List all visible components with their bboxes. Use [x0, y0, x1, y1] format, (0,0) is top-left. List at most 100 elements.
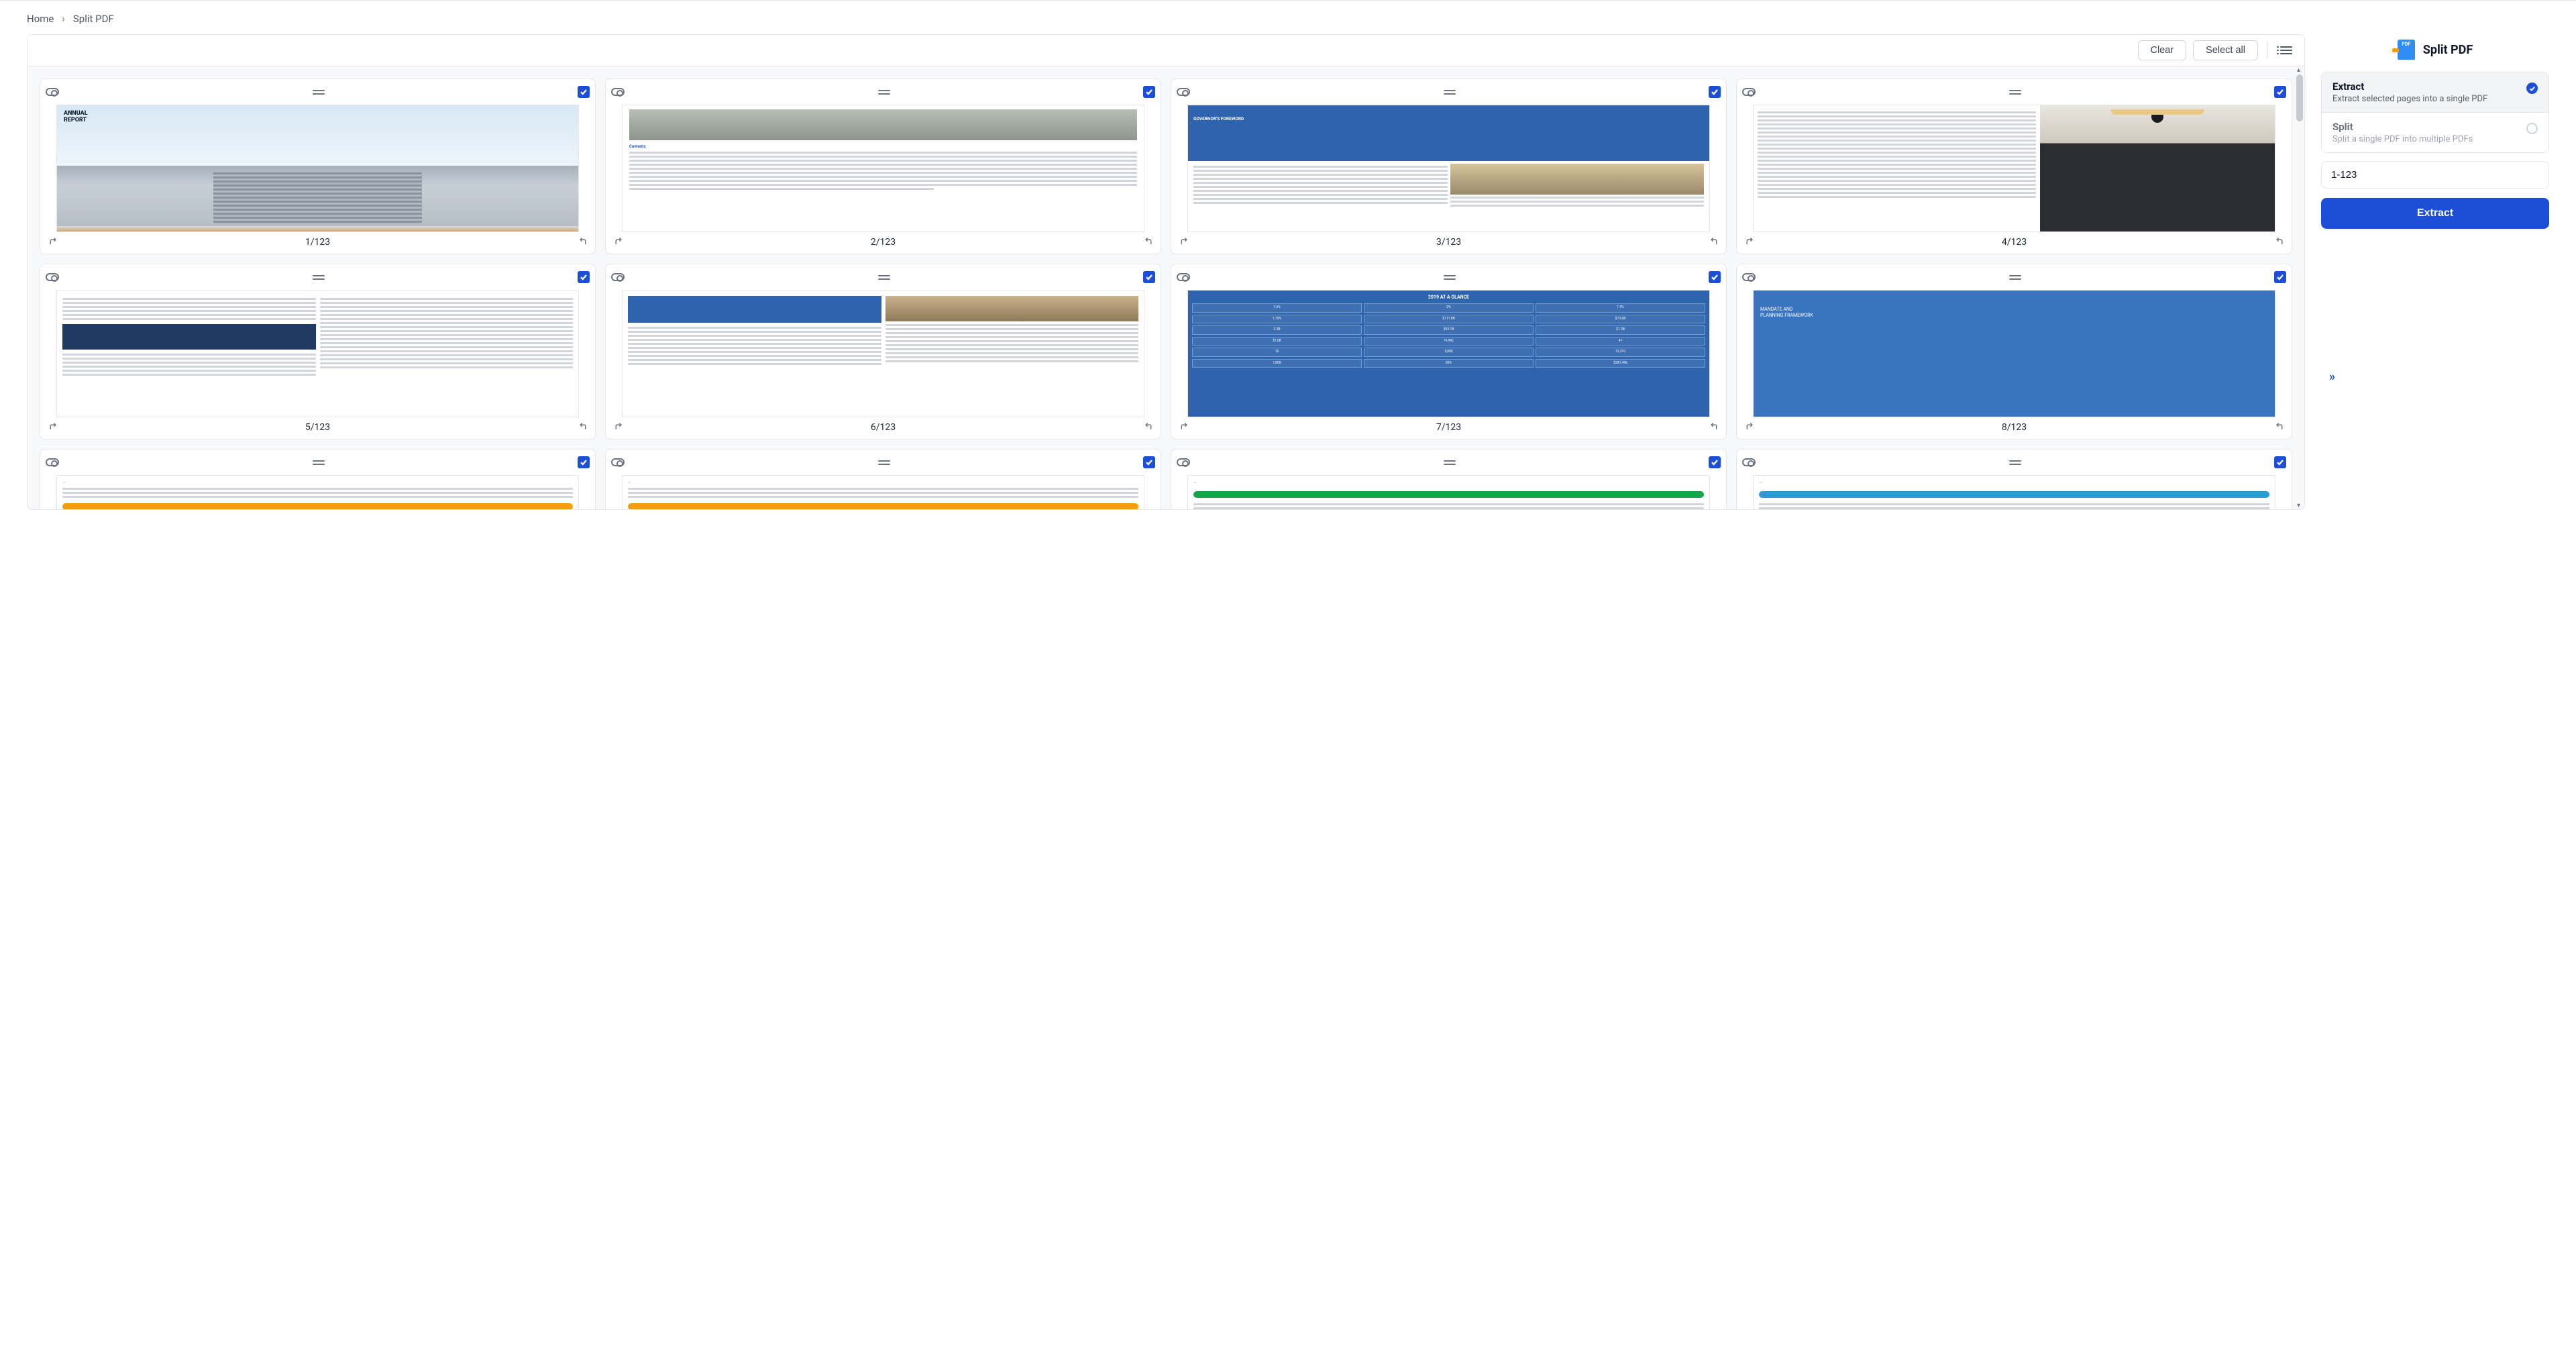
- list-view-icon[interactable]: [2277, 44, 2295, 57]
- drag-handle-icon[interactable]: [313, 275, 325, 280]
- rotate-left-icon[interactable]: [612, 421, 625, 433]
- drag-handle-icon[interactable]: [313, 90, 325, 95]
- preview-eye-icon[interactable]: [46, 273, 59, 281]
- page-thumbnail[interactable]: —: [1187, 475, 1710, 509]
- page-checkbox[interactable]: [1709, 456, 1721, 468]
- page-card[interactable]: —12/123: [1736, 449, 2292, 509]
- rotate-right-icon[interactable]: [1142, 421, 1154, 433]
- page-checkbox[interactable]: [1709, 86, 1721, 98]
- drag-handle-icon[interactable]: [2009, 90, 2021, 95]
- page-checkbox[interactable]: [2274, 86, 2286, 98]
- drag-handle-icon[interactable]: [2009, 460, 2021, 465]
- drag-handle-icon[interactable]: [1444, 90, 1456, 95]
- option-extract[interactable]: Extract Extract selected pages into a si…: [2322, 72, 2548, 112]
- drag-handle-icon[interactable]: [1444, 275, 1456, 280]
- rotate-right-icon[interactable]: [2273, 236, 2285, 248]
- page-card[interactable]: —9/123: [40, 449, 596, 509]
- page-number: 5/123: [305, 422, 330, 433]
- breadcrumb-home[interactable]: Home: [27, 13, 54, 25]
- drag-handle-icon[interactable]: [878, 460, 890, 465]
- page-card[interactable]: 6/123: [605, 264, 1161, 439]
- page-card[interactable]: 5/123: [40, 264, 596, 439]
- page-thumbnail[interactable]: [1753, 105, 2275, 232]
- page-card[interactable]: Contents2/123: [605, 79, 1161, 254]
- preview-eye-icon[interactable]: [1742, 88, 1756, 96]
- rotate-right-icon[interactable]: [576, 236, 588, 248]
- page-checkbox[interactable]: [578, 271, 590, 283]
- preview-eye-icon[interactable]: [1177, 458, 1190, 466]
- radio-unselected-icon[interactable]: [2526, 123, 2538, 134]
- page-checkbox[interactable]: [1143, 456, 1155, 468]
- page-thumbnail[interactable]: MANDATE ANDPLANNING FRAMEWORK: [1753, 290, 2275, 417]
- page-card[interactable]: MANDATE ANDPLANNING FRAMEWORK 8/123: [1736, 264, 2292, 439]
- preview-eye-icon[interactable]: [1177, 273, 1190, 281]
- page-checkbox[interactable]: [578, 456, 590, 468]
- page-thumbnail[interactable]: ANNUALREPORT: [56, 105, 579, 232]
- page-thumbnail[interactable]: Contents: [622, 105, 1144, 232]
- drag-handle-icon[interactable]: [878, 90, 890, 95]
- rotate-left-icon[interactable]: [1743, 421, 1756, 433]
- collapse-panel-icon[interactable]: »: [2329, 370, 2549, 384]
- scroll-up-icon[interactable]: ▴: [2297, 66, 2300, 74]
- page-thumbnail[interactable]: [56, 290, 579, 417]
- preview-eye-icon[interactable]: [1177, 88, 1190, 96]
- rotate-right-icon[interactable]: [1142, 236, 1154, 248]
- page-card[interactable]: —10/123: [605, 449, 1161, 509]
- option-extract-title: Extract: [2332, 81, 2487, 93]
- page-card[interactable]: 2019 AT A GLANCE1.6%2%1.9%1.75%$111.8B$7…: [1171, 264, 1727, 439]
- extract-button[interactable]: Extract: [2321, 198, 2549, 229]
- rotate-right-icon[interactable]: [2273, 421, 2285, 433]
- preview-eye-icon[interactable]: [46, 88, 59, 96]
- page-checkbox[interactable]: [2274, 271, 2286, 283]
- page-number: 3/123: [1436, 237, 1461, 248]
- page-range-input[interactable]: [2321, 161, 2549, 189]
- rotate-left-icon[interactable]: [47, 236, 59, 248]
- toolbar: Clear Select all: [28, 35, 2304, 66]
- drag-handle-icon[interactable]: [313, 460, 325, 465]
- option-split[interactable]: Split Split a single PDF into multiple P…: [2322, 112, 2548, 152]
- rotate-left-icon[interactable]: [1178, 236, 1190, 248]
- preview-eye-icon[interactable]: [611, 88, 625, 96]
- scroll-thumb[interactable]: [2296, 74, 2303, 121]
- clear-button[interactable]: Clear: [2138, 40, 2187, 60]
- page-thumbnail[interactable]: —: [56, 475, 579, 509]
- rotate-left-icon[interactable]: [1743, 236, 1756, 248]
- page-checkbox[interactable]: [1709, 271, 1721, 283]
- page-thumbnail[interactable]: [622, 290, 1144, 417]
- page-number: 8/123: [2002, 422, 2027, 433]
- page-thumbnail[interactable]: —: [1753, 475, 2275, 509]
- preview-eye-icon[interactable]: [46, 458, 59, 466]
- preview-eye-icon[interactable]: [1742, 273, 1756, 281]
- page-thumbnail[interactable]: —: [622, 475, 1144, 509]
- scrollbar[interactable]: ▴ ▾: [2296, 66, 2303, 509]
- preview-eye-icon[interactable]: [1742, 458, 1756, 466]
- option-split-title: Split: [2332, 121, 2473, 133]
- page-number: 7/123: [1436, 422, 1461, 433]
- select-all-button[interactable]: Select all: [2193, 40, 2258, 60]
- page-thumbnail[interactable]: GOVERNOR'S FOREWORD: [1187, 105, 1710, 232]
- page-card[interactable]: 4/123: [1736, 79, 2292, 254]
- radio-selected-icon[interactable]: [2526, 83, 2538, 94]
- page-card[interactable]: GOVERNOR'S FOREWORD 3/123: [1171, 79, 1727, 254]
- page-checkbox[interactable]: [2274, 456, 2286, 468]
- preview-eye-icon[interactable]: [611, 273, 625, 281]
- rotate-right-icon[interactable]: [1707, 421, 1719, 433]
- rotate-right-icon[interactable]: [1707, 236, 1719, 248]
- drag-handle-icon[interactable]: [1444, 460, 1456, 465]
- rotate-right-icon[interactable]: [576, 421, 588, 433]
- page-checkbox[interactable]: [578, 86, 590, 98]
- page-card[interactable]: ANNUALREPORT1/123: [40, 79, 596, 254]
- preview-eye-icon[interactable]: [611, 458, 625, 466]
- page-checkbox[interactable]: [1143, 86, 1155, 98]
- rotate-left-icon[interactable]: [612, 236, 625, 248]
- drag-handle-icon[interactable]: [878, 275, 890, 280]
- page-checkbox[interactable]: [1143, 271, 1155, 283]
- page-card[interactable]: —11/123: [1171, 449, 1727, 509]
- rotate-left-icon[interactable]: [1178, 421, 1190, 433]
- page-thumbnail[interactable]: 2019 AT A GLANCE1.6%2%1.9%1.75%$111.8B$7…: [1187, 290, 1710, 417]
- option-split-desc: Split a single PDF into multiple PDFs: [2332, 134, 2473, 144]
- drag-handle-icon[interactable]: [2009, 275, 2021, 280]
- pages-panel: Clear Select all ANNUALREPORT1/123Conten…: [27, 34, 2305, 510]
- scroll-down-icon[interactable]: ▾: [2297, 502, 2300, 509]
- rotate-left-icon[interactable]: [47, 421, 59, 433]
